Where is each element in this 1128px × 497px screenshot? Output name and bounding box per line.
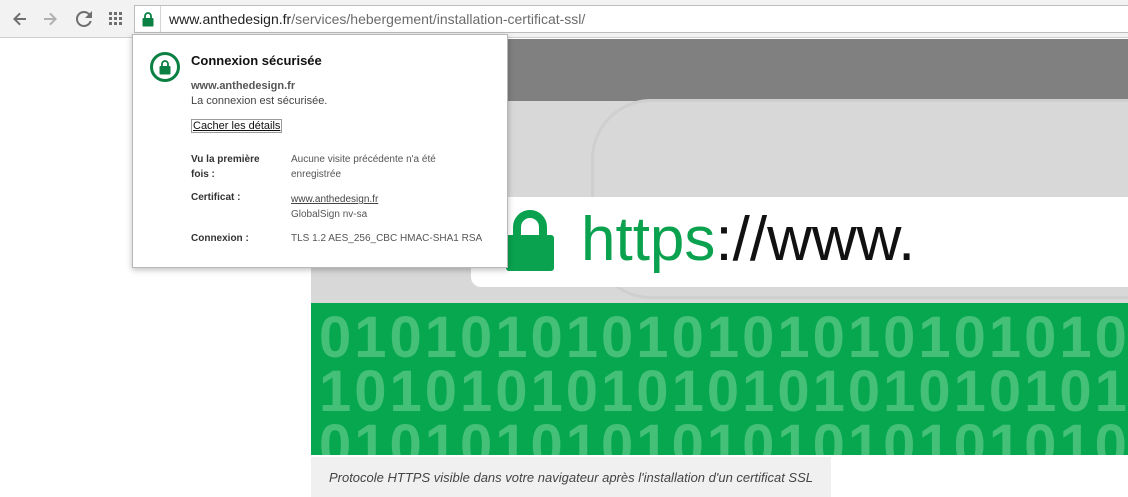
connection-value: TLS 1.2 AES_256_CBC HMAC-SHA1 RSA [291,233,483,244]
popup-site: www.anthedesign.fr [191,80,296,92]
image-caption: Protocole HTTPS visible dans votre navig… [311,457,831,497]
url-host: www.anthedesign.fr [169,11,292,27]
secure-badge [150,52,180,82]
back-button[interactable] [10,9,30,29]
https-lock-icon [506,210,554,271]
url-text[interactable]: www.anthedesign.fr/services/hebergement/… [161,11,585,27]
site-info-popup: Connexion sécurisée www.anthedesign.fr L… [132,34,508,268]
address-bar[interactable]: www.anthedesign.fr/services/hebergement/… [134,5,1128,33]
https-scheme: https [581,205,716,274]
certificate-link[interactable]: www.anthedesign.fr [291,194,378,205]
first-visit-value: Aucune visite précédente n'a été enregis… [291,154,436,180]
reload-icon [76,11,92,27]
certificate-label: Certificat : [191,192,241,203]
forward-button[interactable] [40,9,60,29]
popup-title: Connexion sécurisée [191,53,322,68]
site-info-button[interactable] [135,6,161,32]
connection-label: Connexion : [191,233,249,244]
https-rest: ://www. [715,205,916,274]
arrow-right-icon [44,12,57,26]
certificate-value: www.anthedesign.fr GlobalSign nv-sa [291,192,491,222]
lock-icon [159,59,171,74]
first-visit-label: Vu la première fois : [191,154,260,180]
browser-toolbar: www.anthedesign.fr/services/hebergement/… [0,0,1128,38]
apps-button[interactable] [106,9,126,29]
binary-row: 010101010101010101010101 [319,413,1128,456]
https-url-text: https://www. [581,207,915,273]
url-path: /services/hebergement/installation-certi… [291,11,586,27]
binary-band: 010101010101010101010101 101010101010101… [311,303,1128,455]
certificate-issuer: GlobalSign nv-sa [291,209,368,220]
arrow-left-icon [13,12,26,26]
popup-status: La connexion est sécurisée. [191,95,328,107]
reload-button[interactable] [74,9,94,29]
hide-details-link[interactable]: Cacher les détails [191,119,283,133]
apps-grid-icon [109,12,122,25]
lock-icon [142,11,153,26]
